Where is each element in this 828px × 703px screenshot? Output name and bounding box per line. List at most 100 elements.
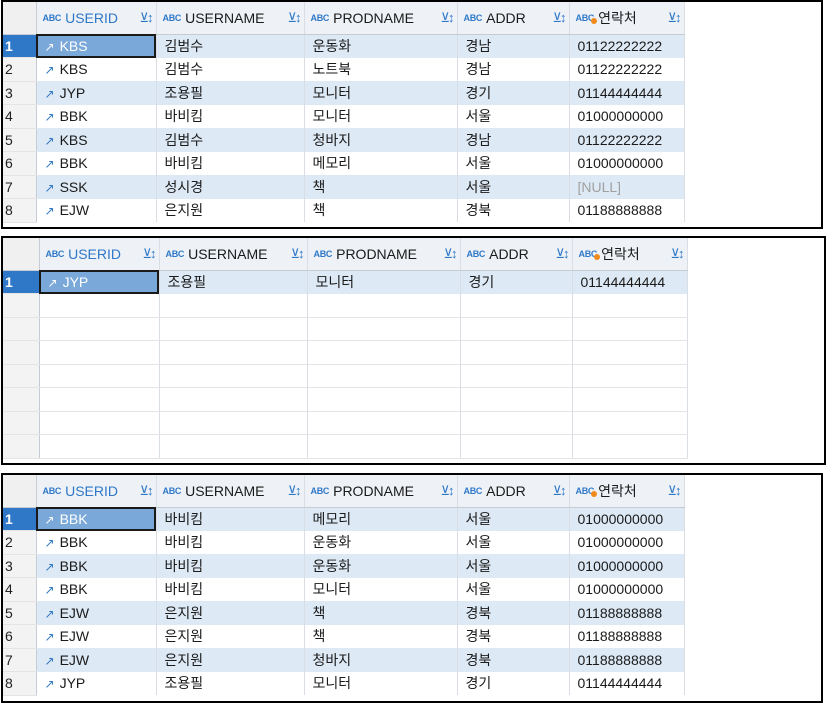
row-number[interactable]: 4 — [3, 577, 37, 602]
filter-sort-icon[interactable]: ⊻↕ — [552, 10, 566, 26]
cell-userid[interactable]: ↗ EJW — [36, 198, 157, 222]
cell-userid[interactable]: ↗ JYP — [36, 671, 157, 695]
link-icon[interactable]: ↗ — [45, 513, 55, 527]
cell-prodname[interactable]: 모니터 — [307, 270, 461, 294]
column-header-4[interactable]: ABC 연락처 ⊻↕ — [569, 2, 685, 35]
cell-phone[interactable]: 01188888888 — [569, 624, 685, 648]
cell-username[interactable]: 조용필 — [159, 270, 308, 294]
link-icon[interactable]: ↗ — [45, 654, 55, 668]
link-icon[interactable]: ↗ — [48, 276, 58, 290]
cell-userid[interactable]: ↗ JYP — [36, 81, 157, 105]
cell-username[interactable]: 김범수 — [156, 128, 305, 152]
column-header-2[interactable]: ABC PRODNAME ⊻↕ — [304, 475, 458, 508]
row-number[interactable]: 2 — [3, 530, 37, 555]
cell-userid[interactable]: ↗ BBK — [36, 530, 157, 554]
cell-addr[interactable]: 서울 — [457, 104, 570, 128]
column-header-1[interactable]: ABC USERNAME ⊻↕ — [159, 238, 308, 271]
cell-addr[interactable]: 경기 — [457, 81, 570, 105]
row-number[interactable]: 1 — [3, 270, 40, 294]
table-row[interactable]: 7 ↗ SSK 성시경 책 서울 [NULL] — [3, 175, 685, 199]
cell-prodname[interactable]: 책 — [304, 198, 458, 222]
link-icon[interactable]: ↗ — [45, 157, 55, 171]
column-header-2[interactable]: ABC PRODNAME ⊻↕ — [304, 2, 458, 35]
cell-userid[interactable]: ↗ KBS — [36, 128, 157, 152]
cell-phone[interactable]: 01000000000 — [569, 104, 685, 128]
row-number[interactable]: 2 — [3, 57, 37, 82]
cell-username[interactable]: 성시경 — [156, 175, 305, 199]
row-number[interactable]: 5 — [3, 128, 37, 152]
table-row[interactable]: 2 ↗ BBK 바비킴 운동화 서울 01000000000 — [3, 530, 685, 555]
cell-addr[interactable]: 경기 — [457, 671, 570, 695]
cell-addr[interactable]: 경북 — [457, 601, 570, 625]
row-number[interactable]: 7 — [3, 648, 37, 672]
cell-prodname[interactable]: 운동화 — [304, 554, 458, 578]
cell-userid[interactable]: ↗ EJW — [36, 648, 157, 672]
link-icon[interactable]: ↗ — [45, 63, 55, 77]
row-number[interactable]: 1 — [3, 34, 37, 58]
cell-userid[interactable]: ↗ BBK — [36, 554, 157, 578]
cell-username[interactable]: 바비킴 — [156, 530, 305, 554]
cell-phone[interactable]: 01144444444 — [572, 270, 688, 294]
cell-prodname[interactable]: 책 — [304, 175, 458, 199]
cell-phone[interactable]: 01000000000 — [569, 530, 685, 554]
link-icon[interactable]: ↗ — [45, 110, 55, 124]
row-number[interactable]: 6 — [3, 151, 37, 176]
link-icon[interactable]: ↗ — [45, 560, 55, 574]
cell-username[interactable]: 바비킴 — [156, 151, 305, 175]
cell-phone[interactable]: 01000000000 — [569, 577, 685, 601]
column-header-3[interactable]: ABC ADDR ⊻↕ — [457, 475, 570, 508]
cell-phone[interactable]: 01188888888 — [569, 198, 685, 222]
link-icon[interactable]: ↗ — [45, 204, 55, 218]
filter-sort-icon[interactable]: ⊻↕ — [440, 483, 454, 499]
column-header-4[interactable]: ABC 연락처 ⊻↕ — [572, 238, 688, 271]
cell-prodname[interactable]: 운동화 — [304, 34, 458, 58]
cell-prodname[interactable]: 책 — [304, 601, 458, 625]
cell-phone[interactable]: 01188888888 — [569, 648, 685, 672]
row-number[interactable]: 3 — [3, 81, 37, 105]
link-icon[interactable]: ↗ — [45, 536, 55, 550]
row-number[interactable]: 3 — [3, 554, 37, 578]
table-row[interactable]: 8 ↗ JYP 조용필 모니터 경기 01144444444 — [3, 671, 685, 696]
row-number[interactable]: 7 — [3, 175, 37, 199]
cell-prodname[interactable]: 모니터 — [304, 577, 458, 601]
table-row[interactable]: 4 ↗ BBK 바비킴 모니터 서울 01000000000 — [3, 577, 685, 602]
cell-phone[interactable]: 01122222222 — [569, 34, 685, 58]
cell-username[interactable]: 바비킴 — [156, 577, 305, 601]
column-header-1[interactable]: ABC USERNAME ⊻↕ — [156, 2, 305, 35]
filter-sort-icon[interactable]: ⊻↕ — [287, 483, 301, 499]
column-header-2[interactable]: ABC PRODNAME ⊻↕ — [307, 238, 461, 271]
row-number[interactable]: 4 — [3, 104, 37, 129]
cell-phone[interactable]: 01000000000 — [569, 507, 685, 531]
link-icon[interactable]: ↗ — [45, 181, 55, 195]
cell-addr[interactable]: 서울 — [457, 175, 570, 199]
cell-phone[interactable]: 01122222222 — [569, 128, 685, 152]
cell-prodname[interactable]: 운동화 — [304, 530, 458, 554]
row-number[interactable]: 5 — [3, 601, 37, 625]
row-number[interactable]: 1 — [3, 507, 37, 531]
link-icon[interactable]: ↗ — [45, 607, 55, 621]
column-header-4[interactable]: ABC 연락처 ⊻↕ — [569, 475, 685, 508]
table-row[interactable]: 2 ↗ KBS 김범수 노트북 경남 01122222222 — [3, 57, 685, 82]
cell-prodname[interactable]: 모니터 — [304, 671, 458, 695]
cell-addr[interactable]: 경남 — [457, 57, 570, 81]
table-row[interactable]: 1 ↗ JYP 조용필 모니터 경기 01144444444 — [3, 270, 688, 294]
cell-userid[interactable]: ↗ JYP — [39, 270, 160, 294]
table-row[interactable]: 3 ↗ BBK 바비킴 운동화 서울 01000000000 — [3, 554, 685, 578]
filter-sort-icon[interactable]: ⊻↕ — [139, 10, 153, 26]
select-all-corner[interactable] — [3, 475, 37, 508]
filter-sort-icon[interactable]: ⊻↕ — [440, 10, 454, 26]
cell-username[interactable]: 은지원 — [156, 648, 305, 672]
filter-sort-icon[interactable]: ⊻↕ — [142, 246, 156, 262]
cell-addr[interactable]: 경남 — [457, 34, 570, 58]
cell-phone[interactable]: 01188888888 — [569, 601, 685, 625]
select-all-corner[interactable] — [3, 2, 37, 35]
select-all-corner[interactable] — [3, 238, 40, 271]
cell-username[interactable]: 김범수 — [156, 34, 305, 58]
cell-phone[interactable]: 01144444444 — [569, 81, 685, 105]
filter-sort-icon[interactable]: ⊻↕ — [443, 246, 457, 262]
cell-addr[interactable]: 경북 — [457, 648, 570, 672]
column-header-0[interactable]: ABC USERID ⊻↕ — [36, 2, 157, 35]
cell-prodname[interactable]: 노트북 — [304, 57, 458, 81]
cell-addr[interactable]: 경북 — [457, 624, 570, 648]
cell-addr[interactable]: 경남 — [457, 128, 570, 152]
